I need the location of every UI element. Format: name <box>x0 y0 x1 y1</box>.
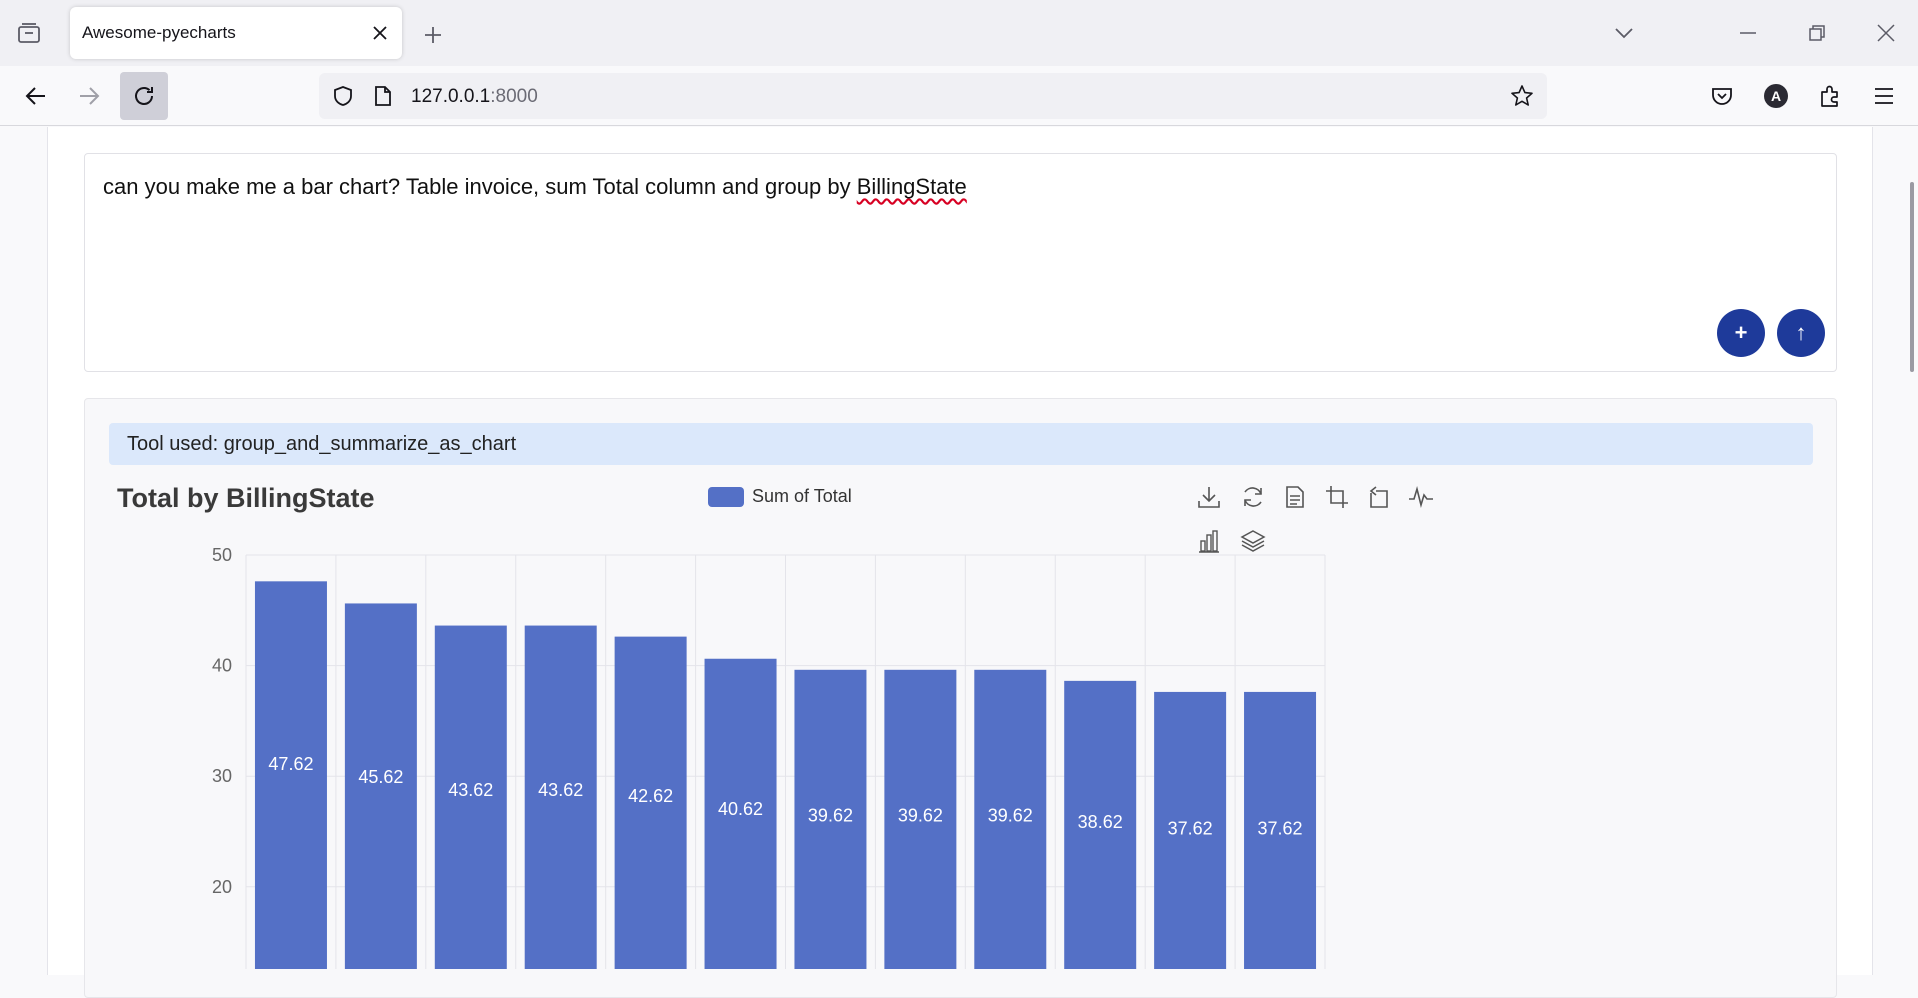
result-panel: Tool used: group_and_summarize_as_chart … <box>84 398 1837 998</box>
prompt-text-misspelled: BillingState <box>856 174 967 199</box>
minimize-icon[interactable] <box>1733 18 1763 48</box>
download-icon[interactable] <box>1195 483 1223 511</box>
chart-legend[interactable]: Sum of Total <box>708 486 852 507</box>
bar-chart: 20 30 40 50 47.62 45.62 43.62 43.62 42.62 40.62 39… <box>212 545 1326 969</box>
refresh-icon[interactable] <box>1239 483 1267 511</box>
zoom-reset-icon[interactable] <box>1365 483 1393 511</box>
bar-value-label: 42.62 <box>628 786 673 806</box>
bar-value-label: 45.62 <box>358 767 403 787</box>
bar-value-label: 39.62 <box>808 805 853 825</box>
submit-button[interactable]: ↑ <box>1777 309 1825 357</box>
star-icon[interactable] <box>1510 84 1534 108</box>
account-icon[interactable]: A <box>1758 78 1794 114</box>
chevron-down-icon[interactable] <box>1609 18 1639 48</box>
page-content: can you make me a bar chart? Table invoi… <box>0 127 1918 998</box>
bar-value-label: 43.62 <box>448 780 493 800</box>
restore-icon[interactable] <box>1802 18 1832 48</box>
zoom-icon[interactable] <box>1323 483 1351 511</box>
chart-title: Total by BillingState <box>117 483 375 513</box>
page-icon[interactable] <box>371 84 395 108</box>
data-view-icon[interactable] <box>1281 483 1309 511</box>
active-tab[interactable]: Awesome-pyecharts <box>70 7 402 59</box>
tool-used-text: Tool used: group_and_summarize_as_chart <box>127 433 517 455</box>
hamburger-icon[interactable] <box>1866 78 1902 114</box>
bar-value-label: 37.62 <box>1258 818 1303 838</box>
scrollbar[interactable] <box>1910 182 1914 372</box>
url-bar[interactable]: 127.0.0.1:8000 <box>319 73 1547 119</box>
arrow-left-icon[interactable] <box>18 78 54 114</box>
close-icon[interactable] <box>368 21 392 45</box>
tool-used-banner: Tool used: group_and_summarize_as_chart <box>109 423 1813 465</box>
y-tick-label: 30 <box>212 766 232 786</box>
bar-value-label: 39.62 <box>898 805 943 825</box>
puzzle-icon[interactable] <box>1812 78 1848 114</box>
legend-swatch <box>708 486 744 507</box>
navigation-bar: 127.0.0.1:8000 A <box>0 66 1918 126</box>
bar <box>254 581 327 969</box>
y-tick-label: 40 <box>212 656 232 676</box>
legend-label: Sum of Total <box>752 486 852 506</box>
prompt-text-main: can you make me a bar chart? Table invoi… <box>103 174 857 199</box>
bar-value-label: 47.62 <box>268 754 313 774</box>
tab-list-icon[interactable] <box>16 20 42 46</box>
shield-icon[interactable] <box>331 84 355 108</box>
bar-value-label: 37.62 <box>1168 818 1213 838</box>
bar-value-label: 38.62 <box>1078 812 1123 832</box>
arrow-right-icon[interactable] <box>71 78 107 114</box>
y-tick-label: 50 <box>212 545 232 565</box>
url-host: 127.0.0.1 <box>411 86 491 107</box>
prompt-textarea[interactable]: can you make me a bar chart? Table invoi… <box>84 153 1837 372</box>
bar-value-label: 43.62 <box>538 780 583 800</box>
reload-icon[interactable] <box>120 72 168 120</box>
tab-bar: Awesome-pyecharts <box>0 0 1918 66</box>
line-chart-icon[interactable] <box>1407 483 1435 511</box>
tab-title: Awesome-pyecharts <box>82 23 236 42</box>
y-tick-label: 20 <box>212 877 232 897</box>
plus-icon[interactable] <box>418 20 448 50</box>
window-close-icon[interactable] <box>1871 18 1901 48</box>
svg-text:A: A <box>1771 88 1781 104</box>
prompt-text[interactable]: can you make me a bar chart? Table invoi… <box>103 174 967 200</box>
bar-value-label: 39.62 <box>988 805 1033 825</box>
bar-value-label: 40.62 <box>718 799 763 819</box>
add-button[interactable]: + <box>1717 309 1765 357</box>
url-port: :8000 <box>490 86 538 107</box>
url-text[interactable]: 127.0.0.1:8000 <box>411 86 538 108</box>
pocket-icon[interactable] <box>1704 78 1740 114</box>
